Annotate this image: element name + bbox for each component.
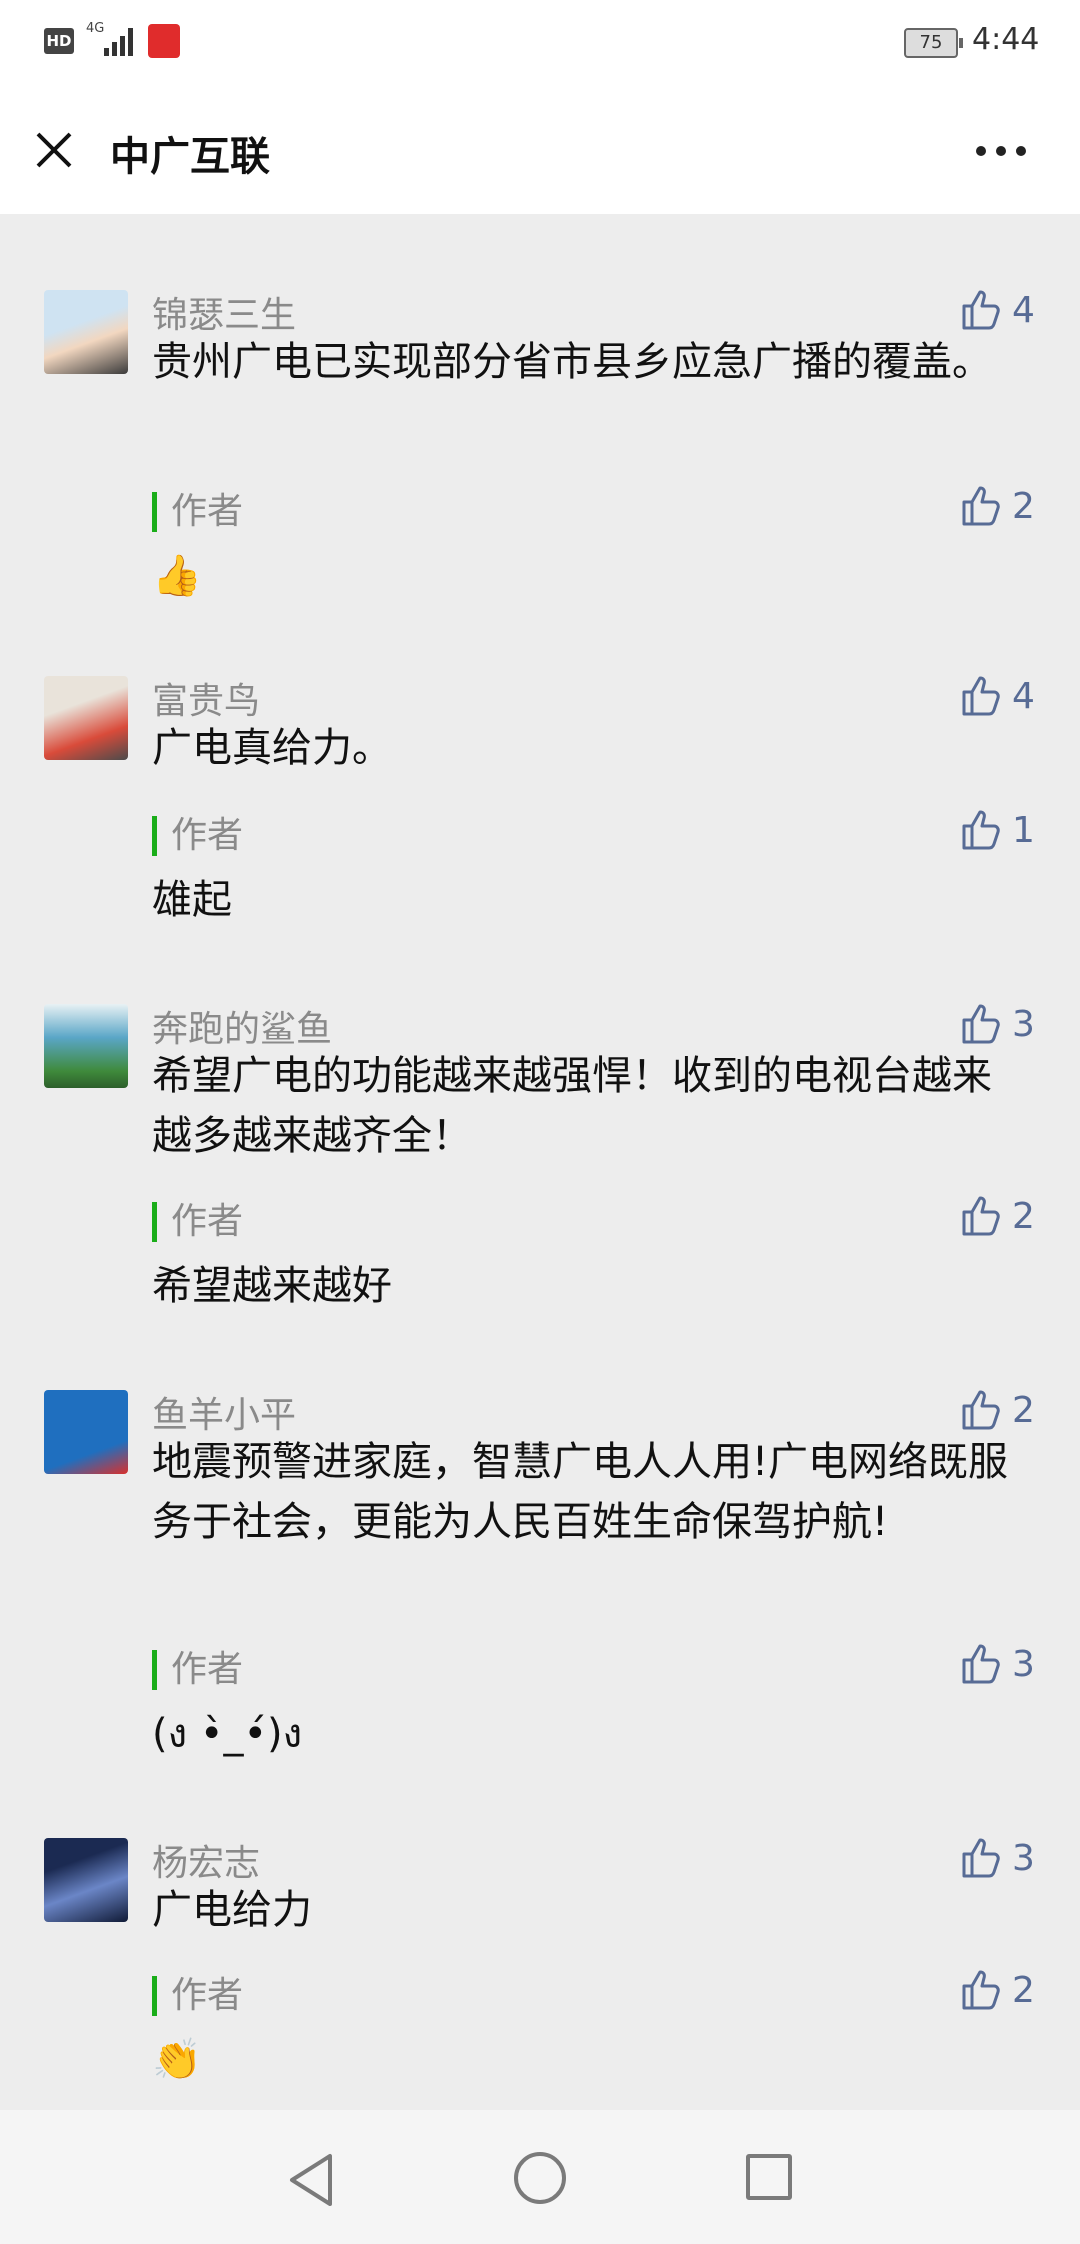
author-reply-label: 作者 [152,1202,243,1242]
like-count: 3 [1012,1644,1035,1685]
like-count: 2 [1012,1196,1035,1237]
like-count: 1 [1012,810,1035,851]
avatar[interactable] [44,290,128,374]
thumbs-up-icon [962,1004,1000,1044]
notification-app-icon [148,24,180,58]
thumbs-up-icon [962,1390,1000,1430]
header: 中广互联 [0,84,1080,214]
comment-text: 希望广电的功能越来越强悍！收到的电视台越来越多越来越齐全！ [152,1053,992,1159]
avatar[interactable] [44,676,128,760]
signal-icon [104,24,140,56]
author-reply-text: 雄起 [152,877,232,923]
home-circle-icon[interactable] [514,2152,566,2204]
status-bar: HD 4G 75 4:44 [0,0,1080,84]
battery-icon: 75 [904,28,963,58]
like-count: 4 [1012,290,1035,331]
author-reply-text: (ง •̀_•́)ง [152,1711,303,1757]
author-reply-label: 作者 [152,1976,243,2016]
thumbs-up-icon [962,810,1000,850]
avatar[interactable] [44,1004,128,1088]
network-type: 4G [86,21,105,36]
recent-square-icon[interactable] [746,2154,792,2200]
like-count: 3 [1012,1004,1035,1045]
comment-text: 地震预警进家庭，智慧广电人人用!广电网络既服务于社会，更能为人民百姓生命保驾护航… [152,1439,1009,1545]
author-reply-text: 希望越来越好 [152,1263,392,1309]
comment-author[interactable]: 富贵鸟 [152,672,260,724]
comment-author[interactable]: 鱼羊小平 [152,1386,296,1438]
system-navigation-bar [0,2110,1080,2244]
battery-level: 75 [919,32,943,53]
thumbs-up-icon [962,1644,1000,1684]
author-reply-text: 👏 [152,2037,202,2083]
close-icon[interactable] [28,124,80,176]
thumbs-up-icon [962,1196,1000,1236]
like-count: 2 [1012,1970,1035,2011]
author-reply-label: 作者 [152,816,243,856]
thumbs-up-icon [962,1970,1000,2010]
author-reply-text: 👍 [152,553,202,599]
comment-author[interactable]: 奔跑的鲨鱼 [152,1000,332,1052]
comment-author[interactable]: 杨宏志 [152,1834,260,1886]
comment-list: 锦瑟三生 4 贵州广电已实现部分省市县乡应急广播的覆盖。 作者 2 👍 富贵鸟 … [0,214,1080,2110]
like-count: 2 [1012,486,1035,527]
thumbs-up-icon [962,486,1000,526]
like-count: 3 [1012,1838,1035,1879]
page-title: 中广互联 [110,134,270,180]
thumbs-up-icon [962,676,1000,716]
like-count: 2 [1012,1390,1035,1431]
comment-text: 广电真给力。 [152,725,392,771]
avatar[interactable] [44,1390,128,1474]
like-count: 4 [1012,676,1035,717]
comment-text: 贵州广电已实现部分省市县乡应急广播的覆盖。 [152,339,992,385]
clock: 4:44 [972,22,1040,57]
comment-text: 广电给力 [152,1887,312,1933]
author-reply-label: 作者 [152,492,243,532]
thumbs-up-icon [962,1838,1000,1878]
comment-author[interactable]: 锦瑟三生 [152,286,296,338]
thumbs-up-icon [962,290,1000,330]
back-triangle-icon[interactable] [286,2152,336,2208]
hd-indicator: HD [44,28,74,54]
author-reply-label: 作者 [152,1650,243,1690]
more-icon[interactable] [976,146,1028,158]
avatar[interactable] [44,1838,128,1922]
